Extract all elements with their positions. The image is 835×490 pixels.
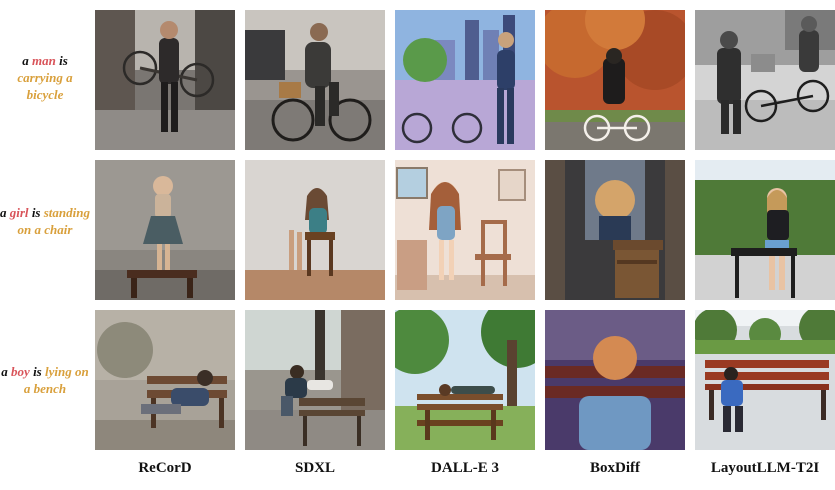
image-recordd-man-bicycle — [95, 10, 235, 150]
image-layoutllm-man-bicycle — [695, 10, 835, 150]
prompt-mid: is — [29, 364, 45, 379]
image-recordd-girl-chair — [95, 160, 235, 300]
image-sdxl-man-bicycle — [245, 10, 385, 150]
prompt-subject: boy — [11, 364, 30, 379]
prompt-pre: a — [22, 53, 32, 68]
prompt-pre: a — [1, 364, 12, 379]
prompt-subject: girl — [9, 205, 29, 220]
method-label-sdxl: SDXL — [294, 460, 335, 476]
image-sdxl-boy-bench — [245, 310, 385, 450]
image-layoutllm-girl-chair — [695, 160, 835, 300]
prompt-mid: is — [55, 53, 68, 68]
image-sdxl-girl-chair — [245, 160, 385, 300]
prompt-action: carrying a bicycle — [17, 70, 73, 102]
image-boxdiff-girl-chair — [545, 160, 685, 300]
method-label-dalle3: DALL-E 3 — [431, 460, 499, 476]
method-label-recordd: ReCorD — [138, 460, 192, 476]
image-layoutllm-boy-bench — [695, 310, 835, 450]
method-label-layoutllm: LayoutLLM-T2I — [710, 460, 820, 476]
image-boxdiff-boy-bench — [545, 310, 685, 450]
prompt-mid: is — [28, 205, 44, 220]
image-dalle3-boy-bench — [395, 310, 535, 450]
prompt-subject: man — [31, 53, 56, 68]
image-dalle3-man-bicycle — [395, 10, 535, 150]
prompt-row-3: a boy is lying on a bench — [0, 363, 90, 397]
image-dalle3-girl-chair — [395, 160, 535, 300]
method-label-boxdiff: BoxDiff — [590, 460, 640, 476]
image-recordd-boy-bench — [95, 310, 235, 450]
prompt-row-2: a girl is standing on a chair — [0, 204, 90, 238]
image-boxdiff-man-bicycle — [545, 10, 685, 150]
prompt-row-1: a man is carrying a bicycle — [0, 52, 90, 103]
prompt-pre: a — [0, 205, 10, 220]
